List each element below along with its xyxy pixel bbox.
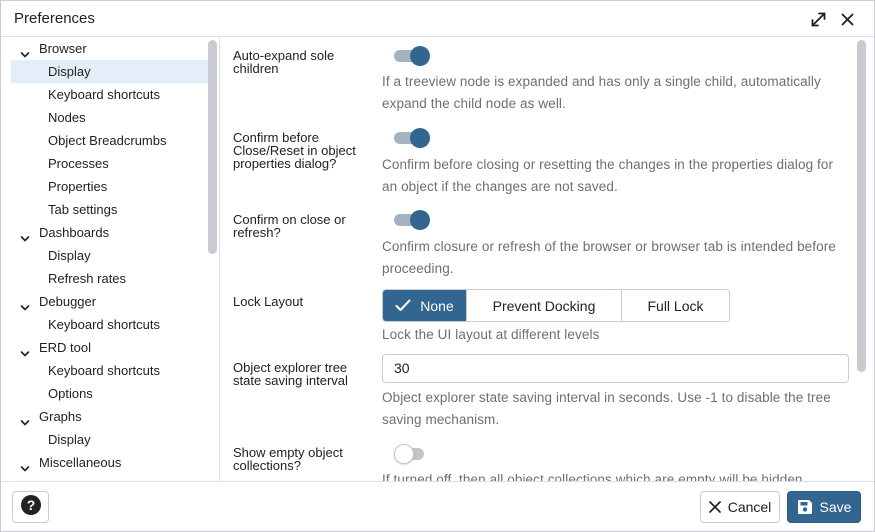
auto-expand-description: If a treeview node is expanded and has o… (382, 74, 821, 111)
tree-item[interactable]: Refresh rates (1, 267, 209, 290)
tree-item[interactable]: Keyboard shortcuts (1, 313, 209, 336)
tree-state-interval-input[interactable]: 30 (382, 354, 849, 383)
save-button[interactable]: Save (787, 491, 861, 523)
show-empty-description: If turned off, then all object collectio… (382, 472, 803, 481)
tree-item-label: Dashboards (39, 225, 110, 240)
tree-item-label: Tab settings (48, 202, 118, 217)
chevron-down-icon[interactable] (20, 297, 30, 311)
save-label: Save (819, 499, 852, 515)
confirm-reset-description: Confirm before closing or resetting the … (382, 157, 834, 194)
tree-group[interactable]: Debugger (1, 290, 209, 313)
toggle-knob (410, 128, 430, 148)
help-icon: ? (20, 494, 41, 520)
chevron-down-icon[interactable] (20, 228, 30, 242)
lock-layout-none-label: None (420, 297, 454, 314)
tree-item-label: Keyboard shortcuts (48, 87, 161, 102)
lock-layout-description: Lock the UI layout at different levels (382, 327, 600, 342)
dialog-title: Preferences (14, 10, 95, 27)
tree-item-label: Processes (48, 156, 109, 171)
close-icon[interactable] (837, 9, 857, 29)
tree-group[interactable]: Graphs (1, 405, 209, 428)
tree-item[interactable]: Processes (1, 152, 209, 175)
auto-expand-toggle[interactable] (394, 46, 430, 66)
tree-group[interactable]: Miscellaneous (1, 451, 209, 474)
lock-layout-full-lock-button[interactable]: Full Lock (622, 290, 729, 321)
save-icon (797, 499, 813, 515)
chevron-down-icon[interactable] (20, 458, 30, 472)
settings-scrollbar[interactable] (857, 40, 866, 372)
expand-icon[interactable] (808, 9, 828, 29)
tree-item[interactable]: Options (1, 382, 209, 405)
tree-item[interactable]: Display (11, 60, 209, 83)
tree-item[interactable]: Nodes (1, 106, 209, 129)
tree-item[interactable]: Keyboard shortcuts (1, 83, 209, 106)
tree-scrollbar[interactable] (208, 40, 217, 254)
tree-item-label: Display (48, 64, 91, 79)
svg-text:?: ? (26, 497, 35, 513)
confirm-reset-label: Confirm before Close/Reset in object pro… (233, 130, 356, 171)
dialog-footer: ? Cancel Save (1, 481, 874, 531)
preferences-dialog: Preferences Browser Display Keyboard short… (0, 0, 875, 532)
toggle-knob (410, 210, 430, 230)
cancel-button[interactable]: Cancel (700, 491, 780, 523)
tree-item-label: Properties (48, 179, 108, 194)
lock-layout-none-button[interactable]: None (383, 290, 467, 321)
tree-group[interactable]: Browser (1, 37, 209, 60)
tree-item-label: ERD tool (39, 340, 92, 355)
tree-group[interactable]: Dashboards (1, 221, 209, 244)
confirm-close-label: Confirm on close or refresh? (233, 212, 346, 240)
tree-item-label: Display (48, 432, 91, 447)
tree-item-label: Options (48, 386, 93, 401)
tree-item-label: Debugger (39, 294, 97, 309)
tree-item-label: Display (48, 248, 91, 263)
tree-item-label: Miscellaneous (39, 455, 122, 470)
tree-item-label: Graphs (39, 409, 82, 424)
check-icon (395, 299, 411, 312)
show-empty-label: Show empty object collections? (233, 445, 343, 473)
tree-state-interval-description: Object explorer state saving interval in… (382, 390, 831, 427)
tree-item[interactable]: Display (1, 428, 209, 451)
tree-group[interactable]: ERD tool (1, 336, 209, 359)
close-icon (708, 501, 721, 513)
lock-layout-selector: None Prevent Docking Full Lock (382, 289, 730, 322)
toggle-knob (394, 444, 414, 464)
lock-layout-full-lock-label: Full Lock (647, 297, 704, 314)
confirm-close-toggle[interactable] (394, 210, 430, 230)
chevron-down-icon[interactable] (20, 343, 30, 357)
tree-item-label: Browser (39, 41, 87, 56)
auto-expand-label: Auto-expand sole children (233, 48, 335, 76)
tree-item[interactable]: Properties (1, 175, 209, 198)
lock-layout-label: Lock Layout (233, 294, 304, 309)
confirm-close-description: Confirm closure or refresh of the browse… (382, 239, 836, 276)
tree-item-label: Keyboard shortcuts (48, 317, 161, 332)
tree-item[interactable]: Display (1, 244, 209, 267)
tree-item[interactable]: Tab settings (1, 198, 209, 221)
preferences-tree: Browser Display Keyboard shortcuts Nodes Obj… (1, 37, 220, 481)
tree-state-interval-label: Object explorer tree state saving interv… (233, 360, 348, 388)
lock-layout-prevent-docking-button[interactable]: Prevent Docking (467, 290, 622, 321)
confirm-reset-toggle[interactable] (394, 128, 430, 148)
tree-item[interactable]: Keyboard shortcuts (1, 359, 209, 382)
tree-item-label: Nodes (48, 110, 86, 125)
help-button[interactable]: ? (12, 491, 49, 523)
lock-layout-prevent-docking-label: Prevent Docking (492, 297, 596, 314)
chevron-down-icon[interactable] (20, 412, 30, 426)
tree-item-label: Keyboard shortcuts (48, 363, 161, 378)
show-empty-toggle[interactable] (394, 444, 430, 464)
settings-panel: Auto-expand sole children If a treeview … (221, 37, 874, 481)
tree-item-label: Refresh rates (48, 271, 127, 286)
toggle-knob (410, 46, 430, 66)
cancel-label: Cancel (727, 499, 772, 515)
tree-item[interactable]: Object Breadcrumbs (1, 129, 209, 152)
tree-item-label: Object Breadcrumbs (48, 133, 167, 148)
chevron-down-icon[interactable] (20, 44, 30, 58)
dialog-titlebar: Preferences (1, 1, 874, 37)
